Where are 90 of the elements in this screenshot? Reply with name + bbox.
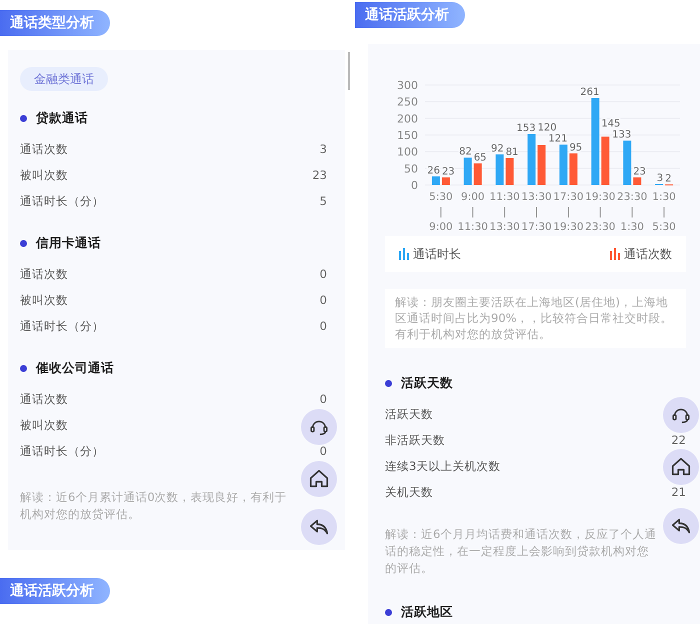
x-axis-label: 1:30 | 5:30	[652, 191, 676, 232]
y-tick-label: 200	[397, 112, 418, 126]
section-title: 通话活跃分析	[0, 578, 110, 604]
data-label: 65	[474, 152, 487, 164]
y-tick-label: 300	[397, 79, 418, 92]
row-label: 被叫次数	[20, 417, 68, 434]
bar	[528, 134, 536, 185]
y-tick-label: 100	[397, 146, 418, 159]
data-label: 121	[548, 134, 568, 145]
bar	[496, 154, 504, 185]
home-icon	[308, 468, 330, 490]
bullet-icon	[385, 380, 392, 386]
bar	[432, 176, 440, 185]
bar	[474, 163, 482, 185]
bar	[623, 140, 632, 185]
bar-chart-icon	[610, 248, 620, 260]
section-title: 通话类型分析	[0, 10, 110, 36]
group-title: 信用卡通话	[36, 234, 101, 252]
data-label: 81	[506, 147, 518, 158]
analysis-note: 解读：朋友圈主要活跃在上海地区(居住地)，上海地区通话时间占比为90%，，比较符合日常社交时段。有利于机构对您的放贷评估。	[385, 289, 686, 348]
group-title: 活跃天数	[401, 374, 453, 392]
bullet-icon	[20, 240, 27, 246]
y-tick-label: 0	[411, 179, 418, 192]
row-label: 通话时长（分）	[20, 318, 104, 336]
row-label: 活跃天数	[385, 406, 433, 424]
analysis-note: 解读：近6个月月均话费和通话次数，反应了个人通话的稳定性，在一定程度上会影响到贷款机构对您的评估。	[385, 526, 657, 577]
row-value: 3	[320, 141, 327, 158]
data-label: 26	[427, 165, 440, 176]
data-label: 92	[490, 143, 504, 154]
bar	[601, 136, 610, 185]
row-label: 非活跃天数	[385, 432, 445, 450]
data-label: 2	[665, 173, 672, 184]
data-label: 95	[569, 142, 582, 154]
row-label: 通话次数	[20, 141, 68, 158]
row-value: 21	[671, 484, 686, 502]
x-axis-label: 23:30 | 1:30	[617, 191, 648, 232]
data-label: 120	[538, 122, 557, 134]
row-label: 被叫次数	[20, 292, 68, 310]
analysis-note: 解读：近6个月累计通话0次数，表现良好，有利于机构对您的放贷评估。	[20, 489, 288, 523]
y-tick-label: 250	[397, 96, 418, 109]
bar-chart-icon	[399, 248, 409, 260]
home-icon	[670, 456, 692, 478]
data-label: 153	[516, 123, 536, 134]
bullet-icon	[385, 608, 392, 616]
y-tick-label: 50	[404, 162, 418, 176]
x-axis-label: 17:30 | 19:30	[553, 191, 584, 232]
data-label: 261	[580, 87, 600, 98]
legend-label: 通话时长	[413, 246, 461, 263]
row-value: 0	[320, 292, 327, 310]
x-axis-label: 13:30 | 17:30	[521, 191, 552, 232]
bullet-icon	[20, 364, 27, 372]
row-value: 22	[671, 432, 686, 450]
row-label: 关机天数	[385, 484, 433, 502]
x-axis-label: 19:30 | 23:30	[585, 191, 616, 232]
row-value: 0	[320, 443, 327, 460]
row-value: 0	[320, 391, 327, 408]
x-axis-label: 5:30 | 9:00	[429, 191, 453, 232]
legend-label: 通话次数	[624, 246, 672, 263]
data-label: 3	[656, 173, 664, 184]
data-label: 133	[612, 130, 632, 141]
row-value: 0	[320, 318, 327, 336]
row-label: 通话时长（分）	[20, 193, 104, 210]
data-label: 82	[459, 146, 472, 158]
bar	[442, 177, 450, 185]
row-label: 通话时长（分）	[20, 443, 104, 460]
y-tick-label: 150	[397, 129, 418, 142]
x-axis-label: 9:00 | 11:30	[458, 191, 488, 232]
data-label: 145	[601, 118, 620, 130]
bullet-icon	[20, 114, 27, 122]
row-label: 被叫次数	[20, 167, 68, 184]
bar	[633, 177, 642, 185]
data-label: 23	[442, 166, 455, 178]
row-label: 通话次数	[20, 391, 68, 408]
group-title: 贷款通话	[36, 108, 88, 127]
row-value: 0	[320, 266, 327, 284]
row-label: 连续3天以上关机次数	[385, 458, 500, 476]
category-tag: 金融类通话	[20, 67, 108, 91]
section-title: 通话活跃分析	[355, 2, 465, 28]
bar	[506, 158, 514, 185]
data-label: 23	[633, 166, 646, 178]
bar	[559, 144, 568, 185]
x-axis-label: 11:30 | 13:30	[490, 191, 520, 232]
bar	[569, 153, 578, 185]
bar	[538, 145, 546, 185]
bar	[464, 158, 472, 185]
row-label: 通话次数	[20, 266, 68, 284]
row-value: 5	[320, 193, 327, 210]
group-title: 活跃地区	[401, 602, 453, 621]
group-title: 催收公司通话	[36, 358, 114, 377]
row-value: 23	[312, 167, 327, 184]
